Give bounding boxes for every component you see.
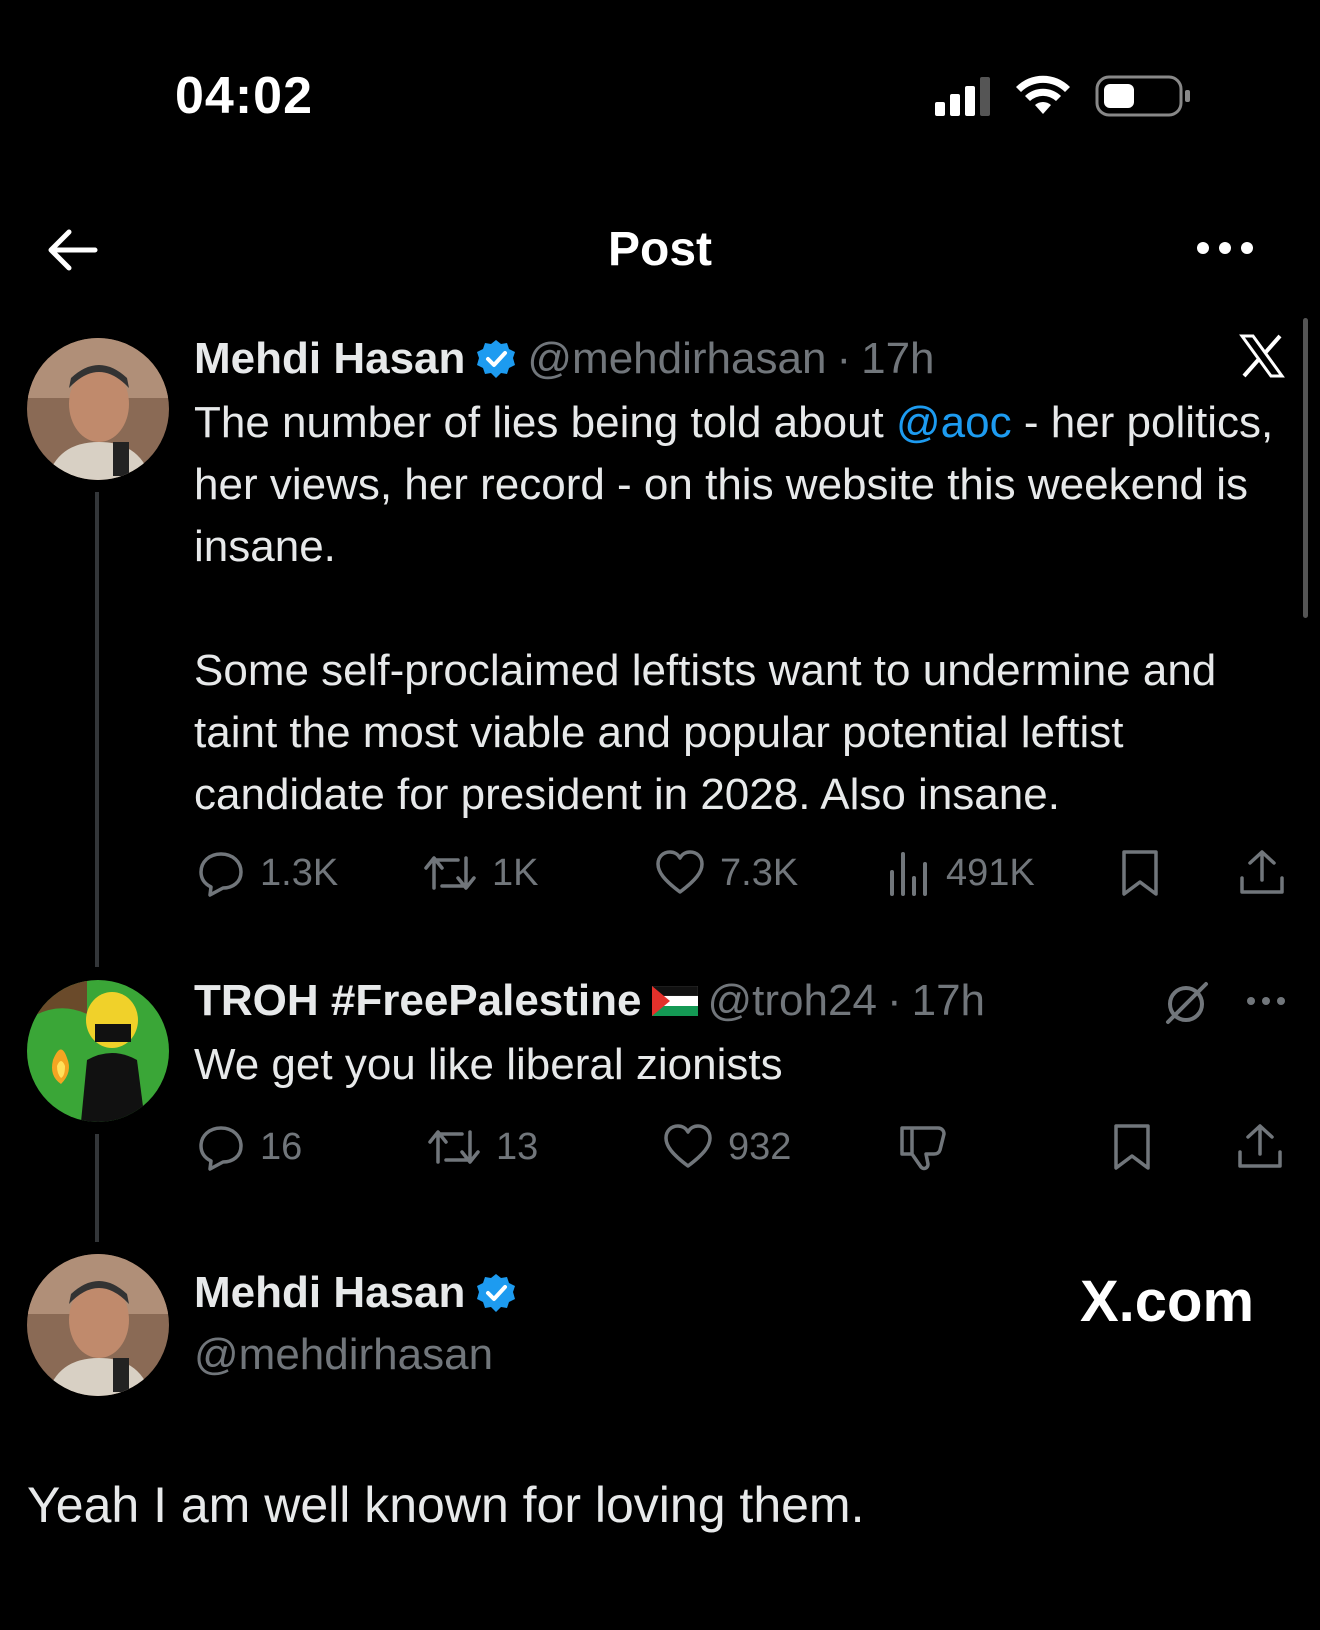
like-count: 932 (728, 1125, 792, 1168)
share-icon[interactable] (1236, 1122, 1284, 1172)
separator-dot: · (836, 334, 852, 383)
verified-badge-icon (477, 340, 516, 378)
share-icon[interactable] (1238, 848, 1286, 898)
battery-icon (1095, 75, 1190, 117)
more-options-icon[interactable] (1245, 995, 1287, 1007)
wifi-icon (1016, 75, 1070, 114)
reply-text: Yeah I am well known for loving them. (27, 1477, 865, 1533)
reply-count: 16 (260, 1125, 303, 1168)
heart-icon (656, 850, 704, 894)
repost-count: 1K (492, 851, 539, 894)
views-chart-icon (890, 852, 927, 896)
reply-count: 1.3K (260, 851, 339, 894)
downvote-icon[interactable] (898, 1122, 950, 1172)
x-com-brand: X.com (1080, 1269, 1255, 1334)
tweet-text-part: The number of lies being told about (194, 398, 897, 447)
author-name[interactable]: TROH #FreePalestine (194, 976, 642, 1026)
like-button[interactable]: 932 (662, 1122, 791, 1172)
signal-icon (935, 77, 990, 116)
views-button[interactable]: 491K (888, 848, 1035, 898)
avatar-mehdi[interactable] (27, 1254, 169, 1396)
avatar-image (27, 1254, 169, 1396)
avatar-image (27, 338, 169, 480)
tweet2-header: TROH #FreePalestine @troh24 · 17h (194, 976, 985, 1026)
x-logo-icon (1239, 334, 1285, 378)
mention-link[interactable]: @aoc (896, 398, 1012, 447)
status-time: 04:02 (175, 67, 313, 125)
author-name[interactable]: Mehdi Hasan (194, 334, 465, 384)
like-count: 7.3K (720, 851, 799, 894)
post-time[interactable]: 17h (912, 976, 985, 1026)
repost-count: 13 (496, 1125, 539, 1168)
avatar-troh[interactable] (27, 980, 169, 1122)
repost-button[interactable]: 13 (426, 1122, 538, 1172)
bookmark-icon[interactable] (1118, 848, 1162, 898)
author-handle[interactable]: @troh24 (708, 976, 877, 1026)
separator-dot: · (886, 976, 902, 1025)
reply-icon (199, 852, 243, 897)
author-handle[interactable]: @mehdirhasan (527, 334, 826, 384)
verified-badge-icon (477, 1274, 516, 1312)
repost-button[interactable]: 1K (422, 848, 538, 898)
avatar-mehdi[interactable] (27, 338, 169, 480)
tweet1-text: The number of lies being told about @aoc… (194, 392, 1294, 826)
status-icons (935, 75, 1190, 117)
avatar-image (27, 980, 169, 1122)
grok-icon[interactable] (1162, 978, 1212, 1028)
author-handle[interactable]: @mehdirhasan (194, 1330, 493, 1380)
scrollbar[interactable] (1303, 318, 1308, 618)
reply-button[interactable]: 16 (196, 1122, 302, 1172)
page-title: Post (607, 223, 712, 276)
more-options-icon[interactable] (1195, 240, 1255, 256)
palestine-flag-icon (651, 986, 698, 1016)
thread-line (95, 492, 99, 967)
tweet3-header: Mehdi Hasan (194, 1268, 517, 1318)
like-button[interactable]: 7.3K (654, 848, 798, 898)
repost-icon (424, 856, 476, 890)
tweet-text-part: - her politics, her views, her record - … (194, 398, 1274, 819)
reply-icon (199, 1126, 243, 1171)
repost-icon (428, 1130, 480, 1164)
tweet1-header: Mehdi Hasan @mehdirhasan · 17h (194, 334, 935, 384)
tweet2-text: We get you like liberal zionists (194, 1040, 783, 1089)
view-count: 491K (946, 851, 1035, 894)
thread-line (95, 1134, 99, 1242)
post-time[interactable]: 17h (861, 334, 934, 384)
reply-button[interactable]: 1.3K (196, 848, 338, 898)
author-name[interactable]: Mehdi Hasan (194, 1268, 465, 1318)
bookmark-icon[interactable] (1110, 1122, 1154, 1172)
heart-icon (664, 1124, 712, 1168)
